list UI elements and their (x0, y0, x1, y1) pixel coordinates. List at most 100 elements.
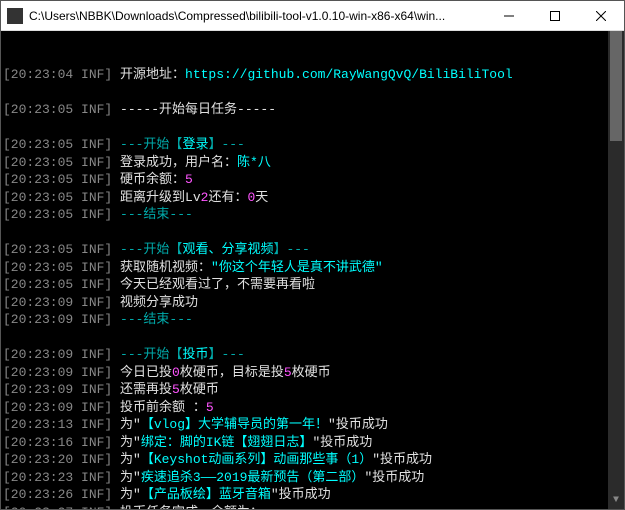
log-segment: 【vlog】大学辅导员的第一年！ (141, 417, 328, 432)
log-segment: 枚硬币，目标是投 (180, 365, 284, 380)
log-line (3, 119, 622, 137)
log-line: [20:23:23 INF] 为"疾速追杀3——2019最新预告（第二部）"投币… (3, 469, 622, 487)
log-segment: "你这个年轻人是真不讲武德" (211, 260, 383, 275)
log-segment: ---结束--- (112, 312, 193, 327)
log-line: [20:23:09 INF] ---结束--- (3, 311, 622, 329)
log-segment: -----开始每日任务----- (112, 102, 276, 117)
timestamp: [20:23:16 INF] (3, 435, 112, 450)
scroll-thumb[interactable] (610, 31, 622, 141)
log-segment: 登录成功，用户名： (112, 155, 237, 170)
maximize-button[interactable] (532, 1, 578, 30)
log-segment: 疾速追杀3——2019最新预告（第二部） (141, 470, 365, 485)
timestamp: [20:23:05 INF] (3, 137, 112, 152)
timestamp: [20:23:05 INF] (3, 260, 112, 275)
timestamp: [20:23:05 INF] (3, 155, 112, 170)
log-segment: ---开始【 (112, 137, 182, 152)
timestamp: [20:23:05 INF] (3, 190, 112, 205)
timestamp: [20:23:26 INF] (3, 487, 112, 502)
log-segment: 【Keyshot动画系列】动画那些事（1） (141, 452, 372, 467)
log-segment: "投币成功 (372, 452, 432, 467)
scroll-down-arrow[interactable]: ▼ (608, 493, 624, 509)
log-segment: 为" (112, 452, 141, 467)
timestamp: [20:23:05 INF] (3, 172, 112, 187)
log-line: [20:23:05 INF] -----开始每日任务----- (3, 101, 622, 119)
log-segment: 5 (185, 172, 193, 187)
log-line: [20:23:05 INF] 获取随机视频："你这个年轻人是真不讲武德" (3, 259, 622, 277)
log-line: [20:23:09 INF] 视频分享成功 (3, 294, 622, 312)
log-segment: 开源地址： (112, 67, 185, 82)
log-line: [20:23:09 INF] 还需再投5枚硬币 (3, 381, 622, 399)
log-segment: 绑定：脚的IK链【翅翅日志】 (141, 435, 313, 450)
log-line: [20:23:09 INF] 投币前余额 ：5 (3, 399, 622, 417)
log-segment: 】--- (208, 137, 244, 152)
log-segment: https://github.com/RayWangQvQ/BiliBiliTo… (185, 67, 513, 82)
log-segment: 5 (172, 382, 180, 397)
log-segment: 枚硬币 (180, 382, 219, 397)
log-line: [20:23:04 INF] 开源地址：https://github.com/R… (3, 66, 622, 84)
timestamp: [20:23:09 INF] (3, 347, 112, 362)
timestamp: [20:23:05 INF] (3, 277, 112, 292)
log-segment: 】--- (208, 347, 244, 362)
log-segment: 0 (172, 365, 180, 380)
log-segment: 今日已投 (112, 365, 172, 380)
close-button[interactable] (578, 1, 624, 30)
log-segment: "投币成功 (328, 417, 388, 432)
log-segment: 5 (206, 400, 214, 415)
log-segment: 陈*八 (237, 155, 271, 170)
log-line: [20:23:05 INF] ---开始【登录】--- (3, 136, 622, 154)
log-segment: ---开始【 (112, 347, 182, 362)
log-line: [20:23:05 INF] 今天已经观看过了，不需要再看啦 (3, 276, 622, 294)
log-segment: 】--- (273, 242, 309, 257)
timestamp: [20:23:13 INF] (3, 417, 112, 432)
log-segment: 还需再投 (112, 382, 172, 397)
timestamp: [20:23:05 INF] (3, 242, 112, 257)
log-segment: 还有： (208, 190, 247, 205)
window-controls (486, 1, 624, 30)
log-line: [20:23:27 INF] 投币任务完成，余额为： (3, 504, 622, 510)
log-line: [20:23:05 INF] 硬币余额：5 (3, 171, 622, 189)
log-line: [20:23:26 INF] 为"【产品板绘】蓝牙音箱"投币成功 (3, 486, 622, 504)
timestamp: [20:23:09 INF] (3, 365, 112, 380)
log-segment: "投币成功 (271, 487, 331, 502)
app-window: C:\Users\NBBK\Downloads\Compressed\bilib… (0, 0, 625, 510)
log-segment: 为" (112, 417, 141, 432)
log-segment: 5 (284, 365, 292, 380)
log-line (3, 329, 622, 347)
terminal-output[interactable]: [20:23:04 INF] 开源地址：https://github.com/R… (1, 31, 624, 509)
log-segment: 硬币余额： (112, 172, 185, 187)
log-segment: 观看、分享视频 (182, 242, 273, 257)
log-segment: 枚硬币 (292, 365, 331, 380)
log-segment: 为" (112, 435, 141, 450)
log-segment: 【产品板绘】蓝牙音箱 (141, 487, 271, 502)
timestamp: [20:23:27 INF] (3, 505, 112, 510)
log-segment: 距离升级到Lv (112, 190, 200, 205)
log-segment: 为" (112, 470, 141, 485)
timestamp: [20:23:20 INF] (3, 452, 112, 467)
log-segment: 投币任务完成，余额为： (112, 505, 263, 510)
timestamp: [20:23:05 INF] (3, 207, 112, 222)
timestamp: [20:23:23 INF] (3, 470, 112, 485)
log-segment: 今天已经观看过了，不需要再看啦 (112, 277, 315, 292)
log-segment: 投币 (182, 347, 208, 362)
timestamp: [20:23:09 INF] (3, 295, 112, 310)
log-line: [20:23:05 INF] ---结束--- (3, 206, 622, 224)
log-line: [20:23:05 INF] ---开始【观看、分享视频】--- (3, 241, 622, 259)
log-line: [20:23:09 INF] ---开始【投币】--- (3, 346, 622, 364)
log-segment: 投币前余额 ： (112, 400, 206, 415)
log-line: [20:23:20 INF] 为"【Keyshot动画系列】动画那些事（1）"投… (3, 451, 622, 469)
scrollbar[interactable]: ▲ ▼ (608, 31, 624, 509)
timestamp: [20:23:04 INF] (3, 67, 112, 82)
titlebar[interactable]: C:\Users\NBBK\Downloads\Compressed\bilib… (1, 1, 624, 31)
timestamp: [20:23:09 INF] (3, 312, 112, 327)
log-segment: ---开始【 (112, 242, 182, 257)
log-line: [20:23:13 INF] 为"【vlog】大学辅导员的第一年！"投币成功 (3, 416, 622, 434)
log-line (3, 224, 622, 242)
log-segment: ---结束--- (112, 207, 193, 222)
log-segment: "投币成功 (364, 470, 424, 485)
minimize-button[interactable] (486, 1, 532, 30)
timestamp: [20:23:09 INF] (3, 382, 112, 397)
log-segment: 登录 (182, 137, 208, 152)
log-segment: 获取随机视频： (112, 260, 211, 275)
log-segment: 视频分享成功 (112, 295, 198, 310)
log-line: [20:23:09 INF] 今日已投0枚硬币，目标是投5枚硬币 (3, 364, 622, 382)
